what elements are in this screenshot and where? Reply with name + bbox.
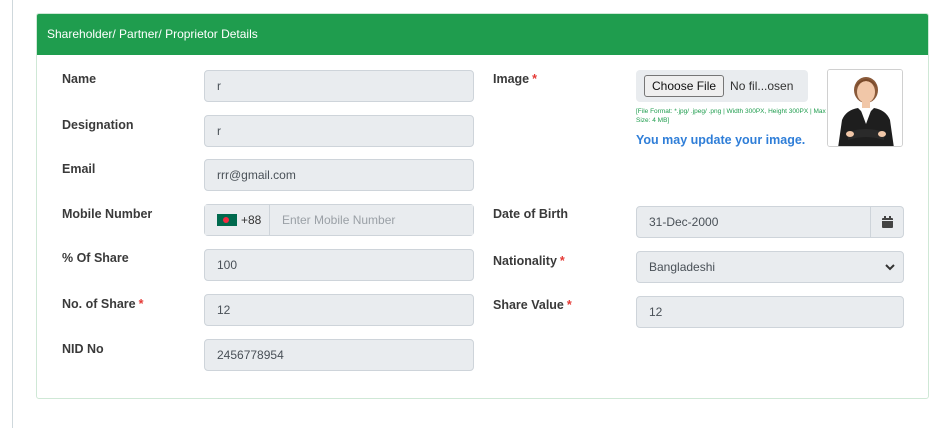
no-of-share-label-text: No. of Share <box>62 297 136 311</box>
shareholder-card: Shareholder/ Partner/ Proprietor Details… <box>36 13 929 399</box>
nationality-selected: Bangladeshi <box>649 260 716 274</box>
share-value-field[interactable]: 12 <box>636 296 904 328</box>
country-code: +88 <box>241 213 262 227</box>
required-asterisk: * <box>138 297 144 311</box>
share-percent-label: % Of Share <box>62 251 129 265</box>
bangladesh-flag-icon <box>217 214 237 226</box>
nationality-label-text: Nationality <box>493 254 557 268</box>
no-of-share-field[interactable]: 12 <box>204 294 474 326</box>
share-value-label-text: Share Value <box>493 298 564 312</box>
required-asterisk: * <box>566 298 572 312</box>
name-field[interactable]: r <box>204 70 474 102</box>
share-value-label: Share Value * <box>493 298 572 312</box>
image-label: Image * <box>493 72 537 86</box>
email-field[interactable]: rrr@gmail.com <box>204 159 474 191</box>
dob-label: Date of Birth <box>493 207 568 221</box>
share-percent-field[interactable]: 100 <box>204 249 474 281</box>
nationality-select[interactable]: Bangladeshi <box>636 251 904 283</box>
designation-field[interactable]: r <box>204 115 474 147</box>
card-header: Shareholder/ Partner/ Proprietor Details <box>37 14 928 55</box>
required-asterisk: * <box>559 254 565 268</box>
profile-photo <box>827 69 903 147</box>
image-label-text: Image <box>493 72 530 86</box>
choose-file-button[interactable]: Choose File <box>644 75 725 97</box>
image-file-input: Choose File No fil...osen <box>636 70 808 102</box>
chevron-down-icon <box>885 252 895 282</box>
designation-label: Designation <box>62 118 134 132</box>
calendar-button[interactable] <box>871 206 904 238</box>
nid-label: NID No <box>62 342 104 356</box>
page-left-border <box>12 0 13 428</box>
calendar-icon <box>881 216 893 228</box>
country-code-selector[interactable]: +88 <box>205 205 270 235</box>
section-title: Shareholder/ Partner/ Proprietor Details <box>47 27 258 41</box>
update-image-text: You may update your image. <box>636 133 806 147</box>
name-label: Name <box>62 72 97 86</box>
email-label: Email <box>62 162 96 176</box>
nid-field[interactable]: 2456778954 <box>204 339 474 371</box>
businesswoman-avatar-icon <box>828 70 902 146</box>
mobile-input-group: +88 Enter Mobile Number <box>204 204 474 236</box>
mobile-label: Mobile Number <box>62 207 153 221</box>
dob-field[interactable]: 31-Dec-2000 <box>636 206 871 238</box>
file-format-hint: [File Format: *.jpg/ .jpeg/ .png | Width… <box>636 108 826 124</box>
file-name-text: No fil...osen <box>730 79 794 93</box>
no-of-share-label: No. of Share * <box>62 297 144 311</box>
nationality-label: Nationality * <box>493 254 565 268</box>
mobile-number-input[interactable]: Enter Mobile Number <box>270 205 473 235</box>
required-asterisk: * <box>532 72 538 86</box>
